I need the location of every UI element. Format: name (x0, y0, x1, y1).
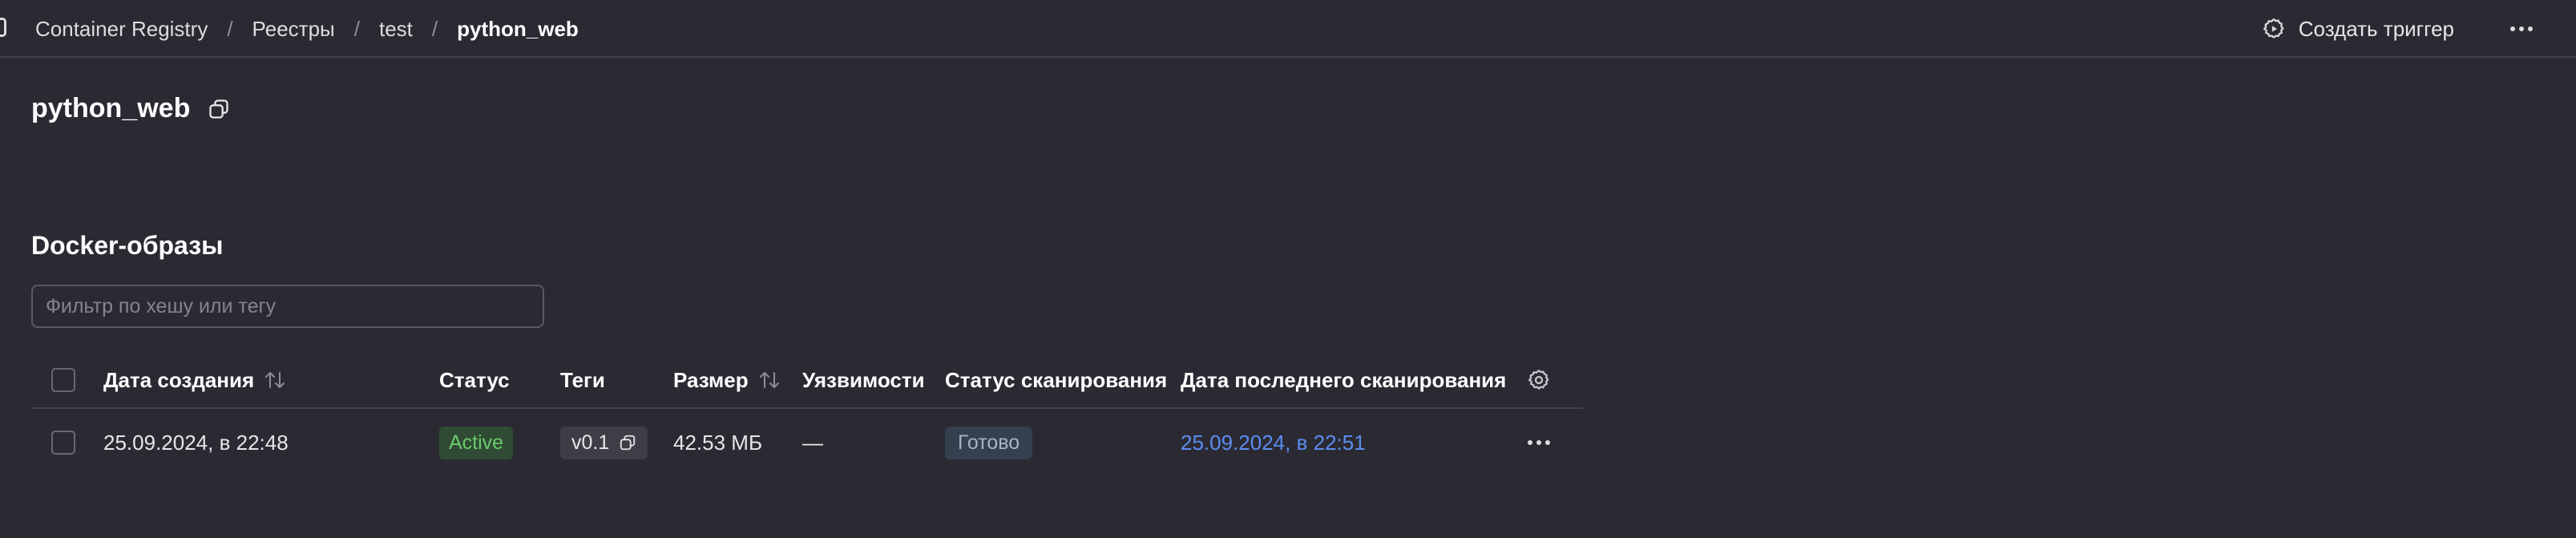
breadcrumb-item-container-registry[interactable]: Container Registry (35, 17, 208, 42)
top-bar: Container Registry / Реестры / test / py… (0, 0, 2576, 58)
column-size[interactable]: Размер (673, 353, 781, 407)
column-tags: Теги (560, 367, 605, 392)
select-all-cell (51, 353, 75, 407)
column-last-scan: Дата последнего сканирования (1181, 367, 1507, 392)
breadcrumb-separator: / (353, 16, 360, 41)
copy-icon[interactable] (208, 98, 230, 120)
filter-input[interactable] (31, 285, 544, 328)
images-table: Дата создания Статус Теги Размер Уязвимо… (31, 353, 1583, 476)
last-scan-link[interactable]: 25.09.2024, в 22:51 (1181, 431, 1366, 455)
cell-vulnerabilities: — (802, 430, 823, 455)
column-scan-status: Статус сканирования (945, 367, 1168, 392)
sort-icon[interactable] (758, 370, 781, 390)
column-created[interactable]: Дата создания (103, 353, 286, 407)
breadcrumb-separator: / (227, 16, 233, 41)
gear-icon[interactable] (1527, 368, 1551, 392)
sort-icon[interactable] (264, 370, 286, 390)
columns-settings (1527, 353, 1551, 407)
row-actions-button[interactable] (1527, 439, 1551, 446)
page-title-text: python_web (31, 93, 191, 123)
column-status: Статус (439, 367, 510, 392)
header-actions: Создать триггер (2262, 0, 2576, 58)
gear-play-icon (2263, 18, 2284, 38)
create-trigger-button[interactable]: Создать триггер (2262, 17, 2454, 42)
tag-label: v0.1 (571, 431, 610, 454)
ellipsis-icon (2510, 26, 2533, 31)
column-size-label: Размер (673, 367, 749, 392)
row-checkbox[interactable] (51, 431, 75, 455)
cell-status: Active (439, 409, 514, 476)
ellipsis-icon (1528, 440, 1550, 445)
more-options-button[interactable] (2502, 13, 2541, 45)
docker-images-heading: Docker-образы (31, 231, 224, 260)
cell-scan-status: Готово (945, 409, 1033, 476)
breadcrumb-item-test[interactable]: test (379, 17, 413, 42)
cell-created: 25.09.2024, в 22:48 (103, 430, 289, 455)
cell-tags: v0.1 (560, 409, 648, 476)
breadcrumb: Container Registry / Реестры / test / py… (35, 0, 579, 58)
breadcrumb-separator: / (431, 16, 438, 41)
tag-chip: v0.1 (560, 426, 648, 459)
table-header: Дата создания Статус Теги Размер Уязвимо… (31, 353, 1583, 409)
copy-icon[interactable] (619, 434, 636, 451)
create-trigger-label: Создать триггер (2298, 16, 2454, 41)
scan-status-badge: Готово (945, 426, 1033, 459)
service-icon[interactable] (0, 18, 6, 37)
breadcrumb-item-registries[interactable]: Реестры (252, 17, 335, 42)
row-actions-cell (1527, 409, 1551, 476)
table-row[interactable]: 25.09.2024, в 22:48 Active v0.1 42.53 МБ… (31, 409, 1583, 476)
column-created-label: Дата создания (103, 367, 255, 392)
select-all-checkbox[interactable] (51, 368, 75, 392)
cell-last-scan: 25.09.2024, в 22:51 (1181, 409, 1366, 476)
cell-size: 42.53 МБ (673, 430, 763, 455)
column-vulnerabilities: Уязвимости (802, 367, 925, 392)
breadcrumb-current: python_web (457, 16, 579, 41)
row-select-cell (51, 409, 75, 476)
status-badge: Active (439, 426, 514, 459)
page-title: python_web (31, 93, 230, 124)
